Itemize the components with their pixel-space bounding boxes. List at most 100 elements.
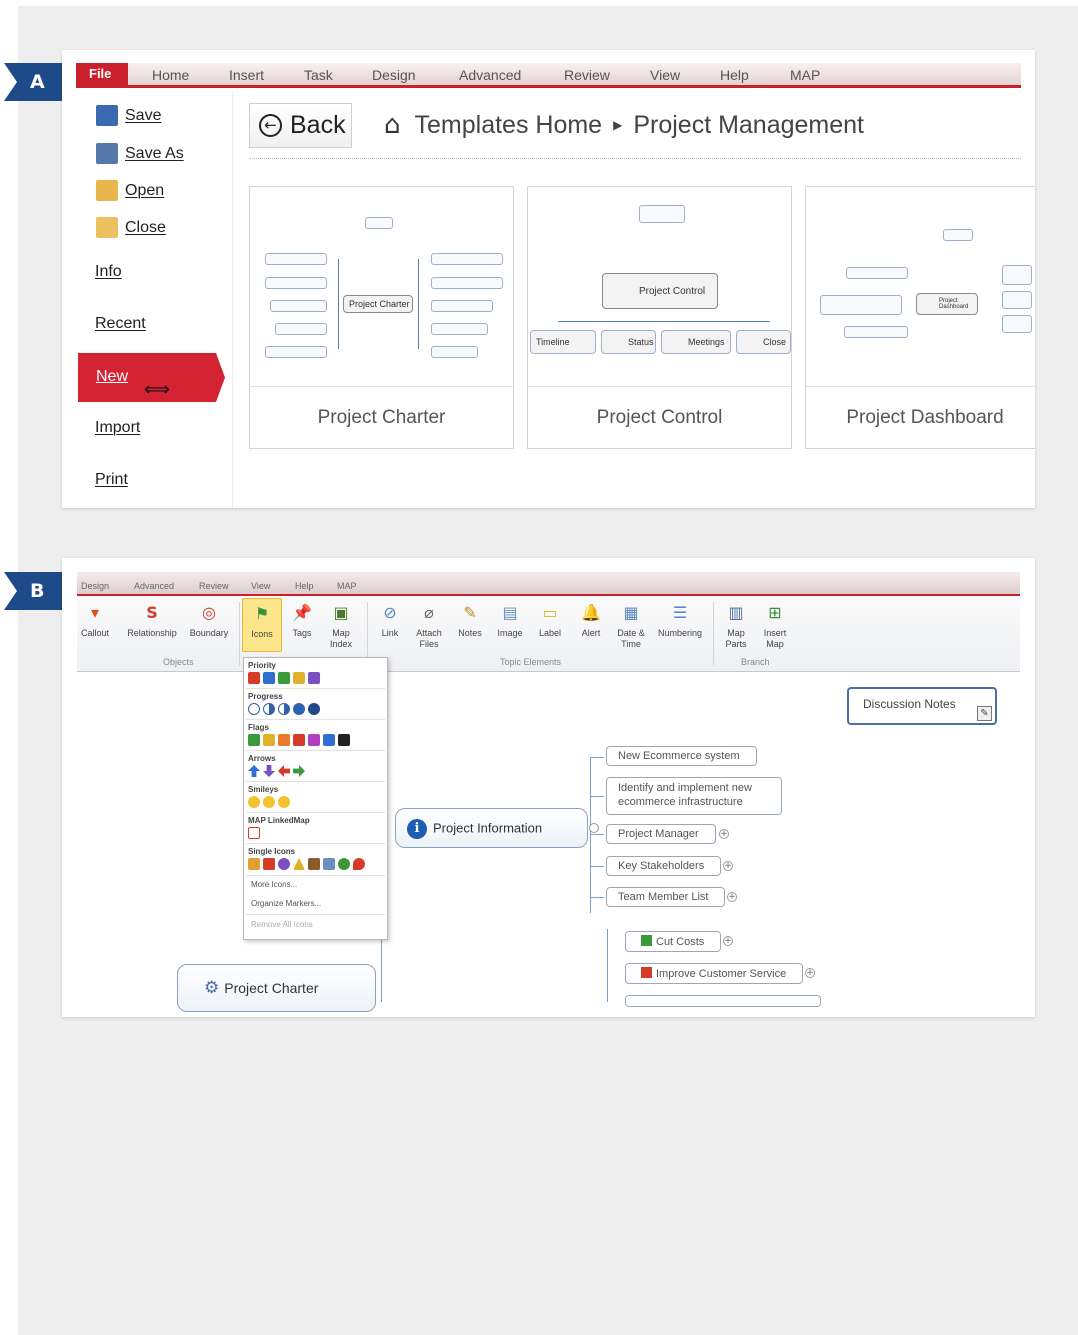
linkedmap-icon[interactable] xyxy=(248,827,260,839)
flag-orange-icon[interactable] xyxy=(278,734,290,746)
topic-cut-costs[interactable]: Cut Costs xyxy=(625,931,721,952)
alert-button[interactable]: 🔔 Alert xyxy=(576,603,606,639)
template-card-project-control[interactable]: Project Control Timeline Status Meetings… xyxy=(527,186,792,449)
notes-button[interactable]: ✎ Notes xyxy=(455,603,485,639)
menu-help[interactable]: Help xyxy=(720,67,749,83)
import-item[interactable]: Import xyxy=(95,419,140,437)
arrow-down-icon[interactable] xyxy=(263,765,275,777)
tags-button[interactable]: 📌 Tags xyxy=(289,603,315,639)
menu-map[interactable]: MAP xyxy=(790,67,820,83)
save-as-button[interactable]: Save As xyxy=(96,143,184,164)
relationship-button[interactable]: S Relationship xyxy=(124,603,180,639)
menu-view[interactable]: View xyxy=(650,67,680,83)
topic-project-charter[interactable]: ⚙ Project Charter xyxy=(177,964,376,1012)
smiley-sad-icon[interactable] xyxy=(278,796,290,808)
progress-75-icon[interactable] xyxy=(293,703,305,715)
expand-icon[interactable]: + xyxy=(723,861,733,871)
tab-design[interactable]: Design xyxy=(81,581,109,591)
dollar-icon[interactable] xyxy=(338,858,350,870)
more-icons-link[interactable]: More Icons... xyxy=(251,880,297,889)
progress-50-icon[interactable] xyxy=(278,703,290,715)
insert-map-button[interactable]: ⊞ Insert Map xyxy=(759,603,791,650)
tab-map[interactable]: MAP xyxy=(337,581,357,591)
label-button[interactable]: ▭ Label xyxy=(535,603,565,639)
menu-insert[interactable]: Insert xyxy=(229,67,264,83)
boundary-button[interactable]: ◎ Boundary xyxy=(187,603,231,639)
arrow-left-icon[interactable] xyxy=(278,765,290,777)
back-button[interactable]: ← Back xyxy=(249,103,352,148)
topic-new-ecommerce[interactable]: New Ecommerce system xyxy=(606,746,757,766)
template-card-project-charter[interactable]: Project Charter Project Charter xyxy=(249,186,514,449)
arrow-up-icon[interactable] xyxy=(248,765,260,777)
location-icon[interactable] xyxy=(353,858,365,870)
flag-green-icon[interactable] xyxy=(248,734,260,746)
tab-review[interactable]: Review xyxy=(199,581,229,591)
organize-markers-link[interactable]: Organize Markers... xyxy=(251,899,321,908)
icons-button[interactable]: ⚑ Icons xyxy=(242,598,282,652)
expand-icon[interactable]: + xyxy=(723,936,733,946)
new-item[interactable]: New ⟺ xyxy=(78,353,225,402)
file-tab[interactable]: File xyxy=(76,63,128,86)
map-canvas[interactable]: i Project Information New Ecommerce syste… xyxy=(77,673,1020,1012)
priority-2-icon[interactable] xyxy=(263,672,275,684)
link-button[interactable]: ⊘ Link xyxy=(377,603,403,639)
tab-view[interactable]: View xyxy=(251,581,270,591)
callout-button[interactable]: ▾ Callout xyxy=(79,603,111,639)
thumbs-down-icon[interactable] xyxy=(263,858,275,870)
menu-task[interactable]: Task xyxy=(304,67,333,83)
menu-advanced[interactable]: Advanced xyxy=(459,67,521,83)
attach-files-button[interactable]: ⌀ Attach Files xyxy=(411,603,447,650)
topic-identify-infrastructure[interactable]: Identify and implement new ecommerce inf… xyxy=(606,777,782,815)
menu-review[interactable]: Review xyxy=(564,67,610,83)
save-button[interactable]: Save xyxy=(96,105,161,126)
close-button[interactable]: Close xyxy=(96,217,166,238)
flag-red-icon[interactable] xyxy=(293,734,305,746)
map-index-button[interactable]: ▣ Map Index xyxy=(323,603,359,650)
date-time-button[interactable]: ▦ Date & Time xyxy=(611,603,651,650)
central-topic-project-information[interactable]: i Project Information xyxy=(395,808,588,848)
recent-item[interactable]: Recent xyxy=(95,315,146,333)
expand-icon[interactable]: + xyxy=(805,968,815,978)
info-item[interactable]: Info xyxy=(95,263,122,281)
thumbs-up-icon[interactable] xyxy=(248,858,260,870)
smiley-neutral-icon[interactable] xyxy=(263,796,275,808)
numbering-button[interactable]: ☰ Numbering xyxy=(654,603,706,639)
expand-icon[interactable]: + xyxy=(719,829,729,839)
flag-purple-icon[interactable] xyxy=(308,734,320,746)
menu-design[interactable]: Design xyxy=(372,67,416,83)
topic-partial[interactable] xyxy=(625,995,821,1007)
template-card-project-dashboard[interactable]: Project Dashboard Project Dashboard xyxy=(805,186,1035,449)
priority-3-icon[interactable] xyxy=(278,672,290,684)
flag-black-icon[interactable] xyxy=(338,734,350,746)
arrow-right-icon[interactable] xyxy=(293,765,305,777)
open-button[interactable]: Open xyxy=(96,180,164,201)
menu-home[interactable]: Home xyxy=(152,67,189,83)
discussion-notes-topic[interactable]: Discussion Notes ✎ xyxy=(847,687,997,725)
topic-team-member-list[interactable]: Team Member List xyxy=(606,887,725,907)
expand-icon[interactable]: + xyxy=(727,892,737,902)
progress-25-icon[interactable] xyxy=(263,703,275,715)
tab-help[interactable]: Help xyxy=(295,581,314,591)
priority-1-icon[interactable] xyxy=(248,672,260,684)
topic-key-stakeholders[interactable]: Key Stakeholders xyxy=(606,856,721,876)
flag-blue-icon[interactable] xyxy=(323,734,335,746)
print-item[interactable]: Print xyxy=(95,471,128,489)
topic-improve-customer-service[interactable]: Improve Customer Service xyxy=(625,963,803,984)
person-icon[interactable] xyxy=(308,858,320,870)
topic-project-manager[interactable]: Project Manager xyxy=(606,824,716,844)
warning-icon[interactable] xyxy=(293,858,305,870)
home-icon[interactable]: ⌂ xyxy=(384,110,401,140)
smiley-happy-icon[interactable] xyxy=(248,796,260,808)
progress-100-icon[interactable] xyxy=(308,703,320,715)
priority-5-icon[interactable] xyxy=(308,672,320,684)
map-parts-button[interactable]: ▥ Map Parts xyxy=(721,603,751,650)
calendar-small-icon[interactable] xyxy=(323,858,335,870)
breadcrumb-home[interactable]: Templates Home xyxy=(415,111,603,140)
image-button[interactable]: ▤ Image xyxy=(495,603,525,639)
flag-yellow-icon[interactable] xyxy=(263,734,275,746)
tab-advanced[interactable]: Advanced xyxy=(134,581,174,591)
progress-0-icon[interactable] xyxy=(248,703,260,715)
question-icon[interactable] xyxy=(278,858,290,870)
priority-4-icon[interactable] xyxy=(293,672,305,684)
collapse-toggle-icon[interactable] xyxy=(589,823,599,833)
